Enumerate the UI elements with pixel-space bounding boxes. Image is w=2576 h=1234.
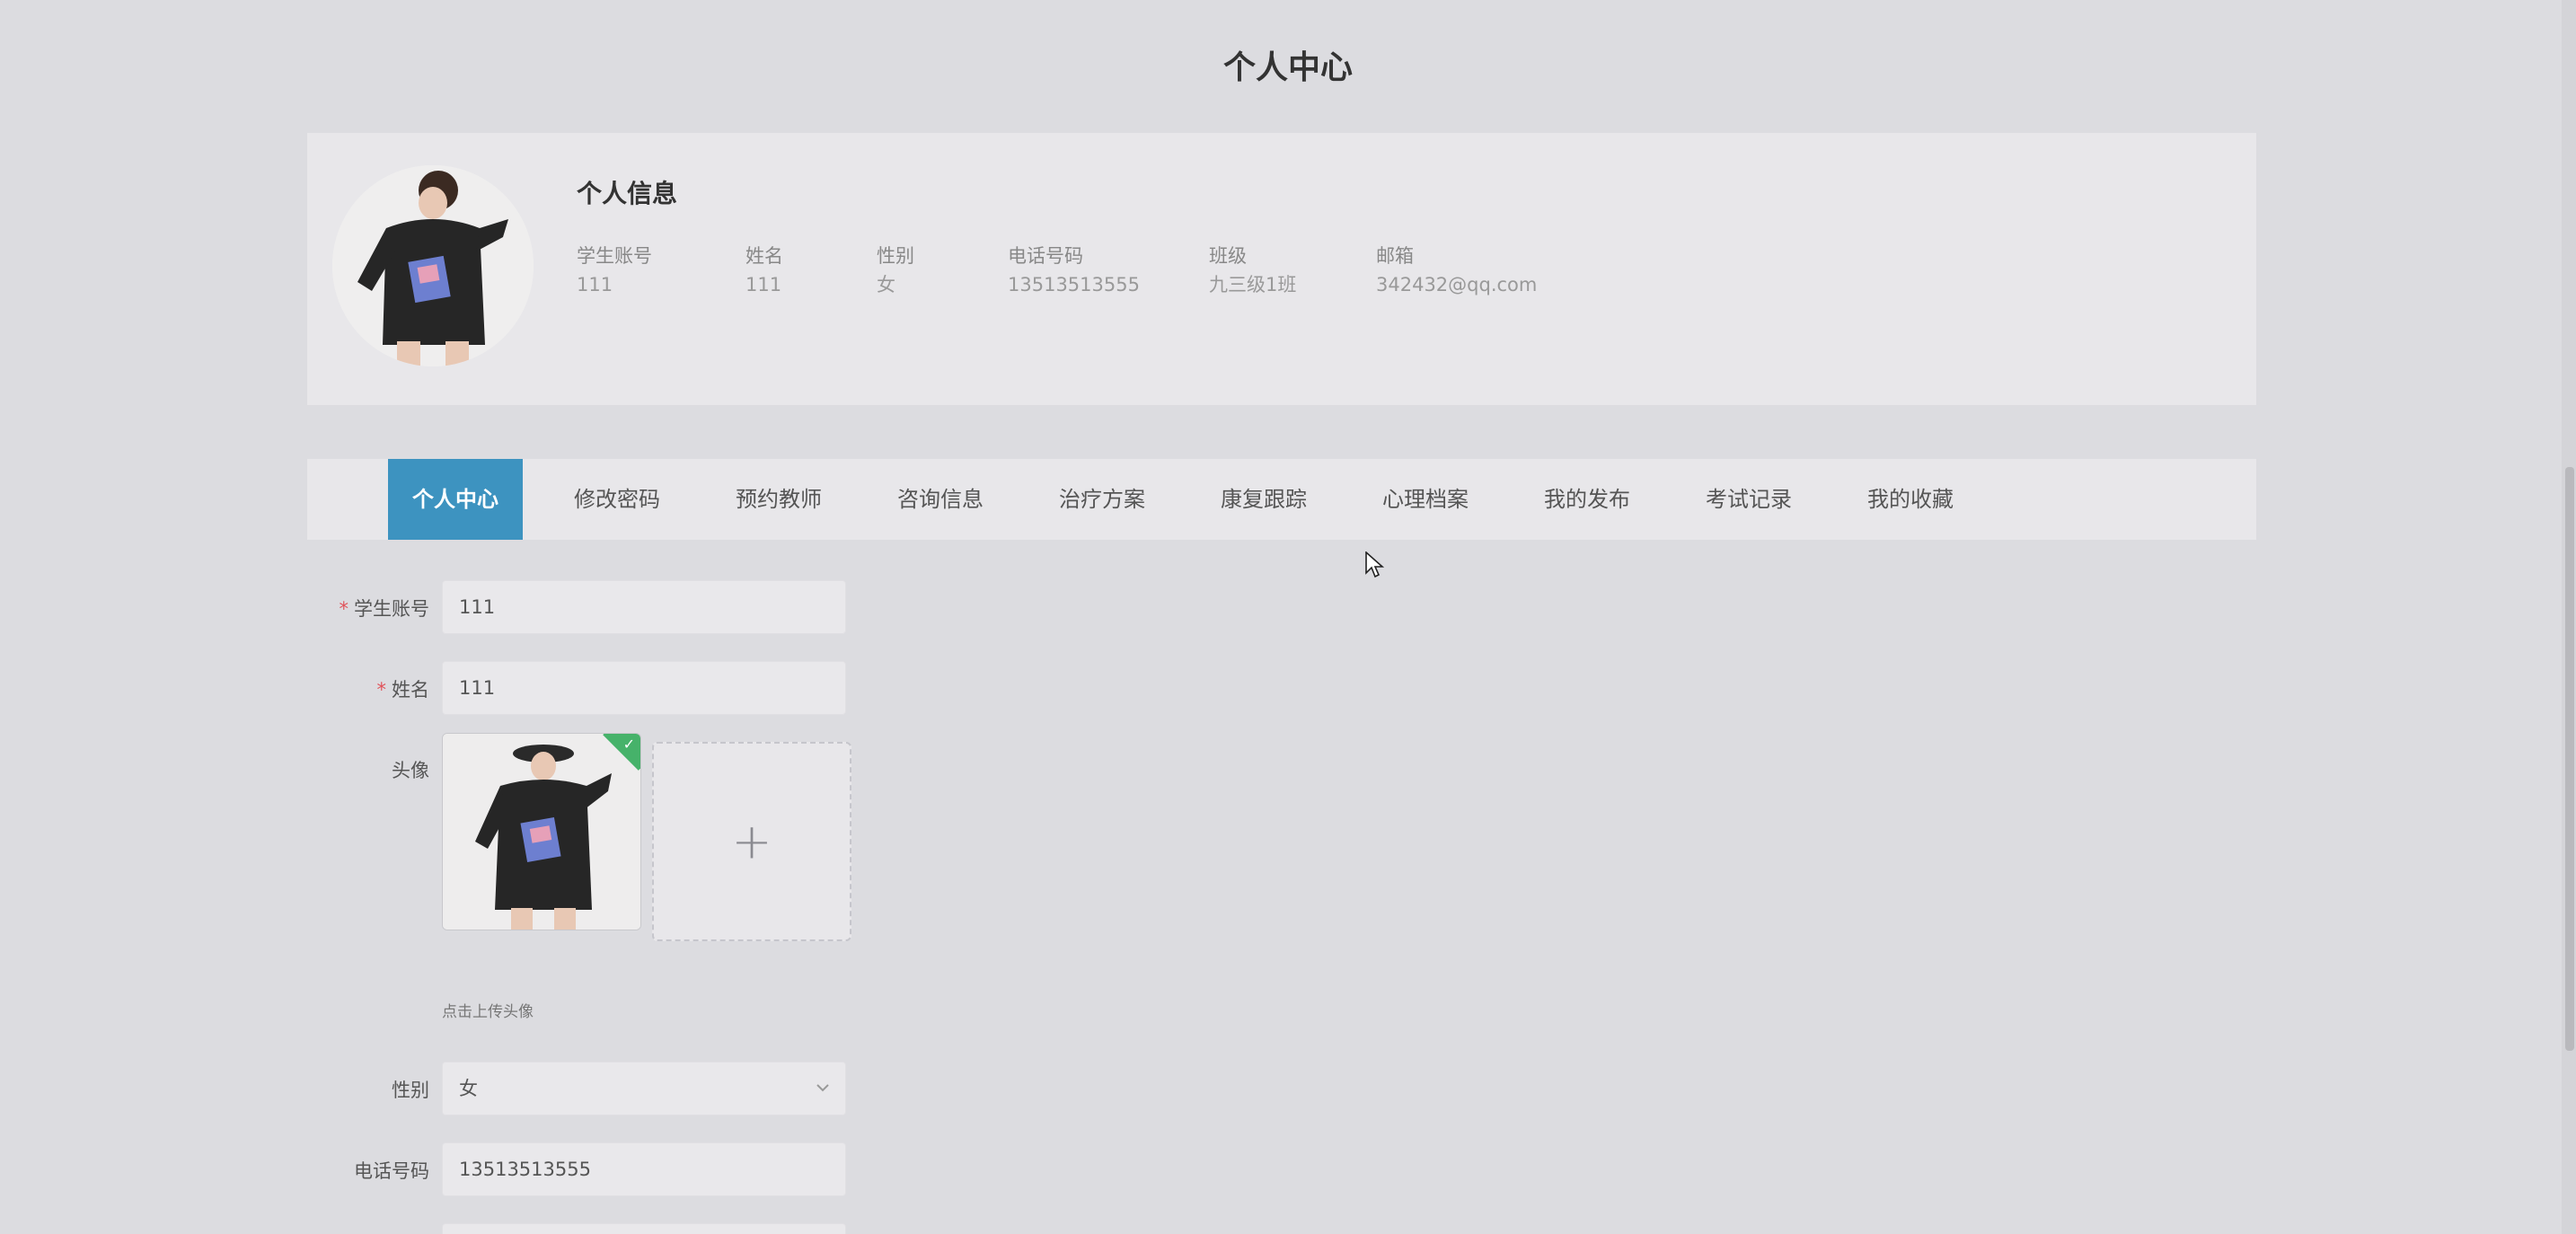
info-value: 女 — [877, 274, 895, 295]
info-field-email: 邮箱 342432@qq.com — [1376, 242, 1537, 300]
tab-rehab-tracking[interactable]: 康复跟踪 — [1196, 459, 1331, 540]
info-heading: 个人信息 — [577, 179, 678, 208]
scrollbar-thumb[interactable] — [2565, 467, 2574, 1051]
tab-my-favorites[interactable]: 我的收藏 — [1843, 459, 1978, 540]
info-value: 13513513555 — [1008, 274, 1140, 295]
info-label: 姓名 — [745, 245, 783, 267]
info-field-gender: 性别 女 — [877, 242, 914, 300]
tab-treatment-plan[interactable]: 治疗方案 — [1035, 459, 1169, 540]
info-value: 111 — [577, 274, 613, 295]
info-field-class: 班级 九三级1班 — [1209, 242, 1296, 300]
chevron-down-icon — [815, 1062, 831, 1134]
phone-label: 电话号码 — [354, 1160, 429, 1182]
plus-icon: + — [731, 813, 772, 870]
next-field-input[interactable] — [442, 1223, 846, 1234]
nav-tabs: 个人中心 修改密码 预约教师 咨询信息 治疗方案 康复跟踪 心理档案 我的发布 … — [307, 459, 2256, 540]
info-label: 性别 — [877, 245, 914, 267]
gender-select-value: 女 — [459, 1078, 478, 1099]
personal-info-card: 个人信息 学生账号 111 姓名 111 性别 女 电话号码 135135135… — [307, 133, 2256, 405]
info-value: 342432@qq.com — [1376, 274, 1538, 295]
required-mark: * — [376, 679, 387, 701]
info-label: 班级 — [1209, 245, 1247, 267]
student-account-input[interactable]: 111 — [442, 580, 846, 634]
info-value: 九三级1班 — [1209, 274, 1297, 295]
check-icon: ✓ — [622, 736, 635, 753]
avatar-thumbnail-image — [443, 734, 640, 930]
info-field-student-account: 学生账号 111 — [577, 242, 652, 300]
gender-select[interactable]: 女 — [442, 1062, 846, 1115]
uploaded-avatar-thumbnail[interactable]: ✓ — [442, 733, 641, 930]
info-label: 邮箱 — [1376, 245, 1414, 267]
student-account-label: * 学生账号 — [339, 598, 430, 620]
name-label: * 姓名 — [376, 679, 430, 701]
tab-exam-records[interactable]: 考试记录 — [1681, 459, 1816, 540]
tab-personal-center[interactable]: 个人中心 — [388, 459, 523, 540]
avatar-label: 头像 — [392, 760, 429, 781]
gender-label: 性别 — [392, 1080, 429, 1101]
info-value: 111 — [745, 274, 782, 295]
tab-change-password[interactable]: 修改密码 — [550, 459, 684, 540]
info-field-phone: 电话号码 13513513555 — [1008, 242, 1140, 300]
info-label: 电话号码 — [1008, 245, 1083, 267]
tab-consult-info[interactable]: 咨询信息 — [873, 459, 1008, 540]
name-input[interactable]: 111 — [442, 661, 846, 715]
tab-my-posts[interactable]: 我的发布 — [1520, 459, 1654, 540]
page-title: 个人中心 — [1222, 49, 1353, 86]
upload-avatar-button[interactable]: + — [652, 742, 851, 941]
avatar-image — [332, 165, 534, 366]
phone-input[interactable]: 13513513555 — [442, 1142, 846, 1196]
info-field-name: 姓名 111 — [745, 242, 783, 300]
avatar — [332, 165, 534, 366]
upload-hint: 点击上传头像 — [442, 1003, 534, 1021]
info-label: 学生账号 — [577, 245, 652, 267]
mouse-cursor-icon — [1365, 551, 1385, 578]
tab-book-teacher[interactable]: 预约教师 — [711, 459, 846, 540]
tab-psych-archive[interactable]: 心理档案 — [1358, 459, 1493, 540]
personal-center-page: 个人中心 个人信息 学生账号 111 姓名 111 性别 女 电话号码 1351… — [0, 0, 2576, 1234]
required-mark: * — [339, 598, 349, 620]
